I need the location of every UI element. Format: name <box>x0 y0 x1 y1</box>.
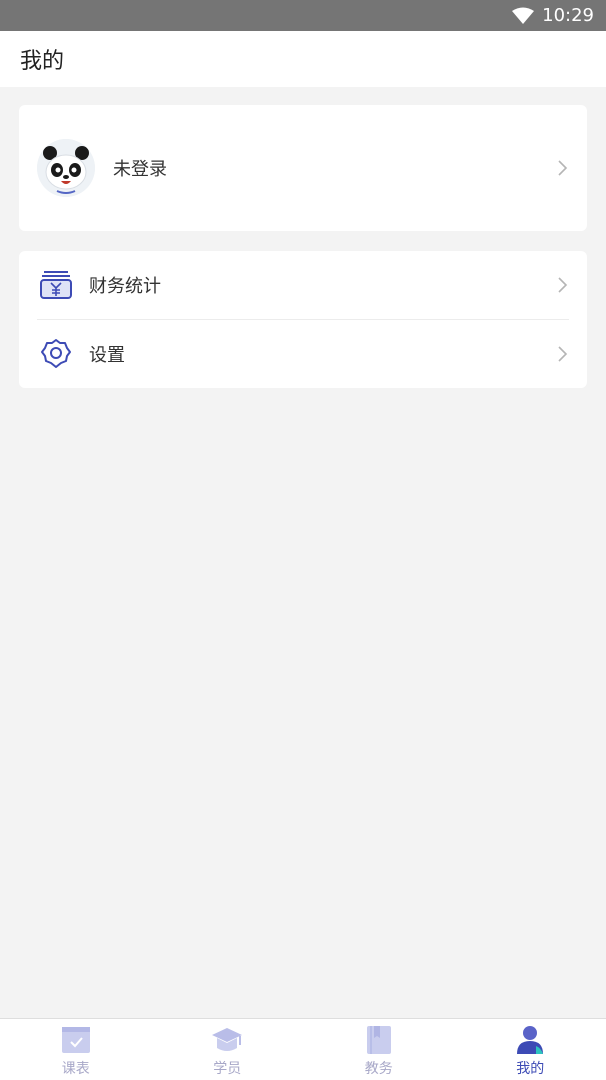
status-time: 10:29 <box>542 5 594 26</box>
finance-icon <box>40 271 72 299</box>
menu-card: 财务统计 设置 <box>19 251 587 388</box>
profile-card: 未登录 <box>19 105 587 231</box>
tab-schedule[interactable]: 课表 <box>0 1019 152 1080</box>
profile-row[interactable]: 未登录 <box>19 105 587 231</box>
menu-label-settings: 设置 <box>89 345 125 366</box>
tab-students[interactable]: 学员 <box>152 1019 304 1080</box>
wifi-icon <box>512 7 535 24</box>
chevron-right-icon <box>558 160 568 176</box>
tab-academic[interactable]: 教务 <box>303 1019 455 1080</box>
tab-mine[interactable]: 我的 <box>455 1019 606 1080</box>
tab-label-mine: 我的 <box>516 1061 545 1077</box>
user-icon <box>517 1026 544 1054</box>
tab-label-academic: 教务 <box>364 1061 393 1077</box>
settings-icon <box>41 339 71 368</box>
header: 我的 <box>0 31 606 87</box>
menu-item-settings[interactable]: 设置 <box>19 320 587 388</box>
menu-item-finance[interactable]: 财务统计 <box>19 251 587 319</box>
avatar <box>37 139 95 197</box>
chevron-right-icon <box>558 277 568 293</box>
login-status-label: 未登录 <box>113 159 167 180</box>
chevron-right-icon <box>558 346 568 362</box>
page-title: 我的 <box>20 49 65 74</box>
menu-label-finance: 财务统计 <box>89 276 161 297</box>
schedule-icon <box>61 1027 90 1053</box>
book-icon <box>366 1026 391 1054</box>
graduation-cap-icon <box>212 1028 243 1051</box>
panda-avatar-icon <box>37 139 95 197</box>
status-bar: 10:29 <box>0 0 606 31</box>
tab-label-students: 学员 <box>213 1061 242 1077</box>
bottom-tab-bar: 课表 学员 教务 我的 <box>0 1018 606 1080</box>
tab-label-schedule: 课表 <box>61 1061 90 1077</box>
